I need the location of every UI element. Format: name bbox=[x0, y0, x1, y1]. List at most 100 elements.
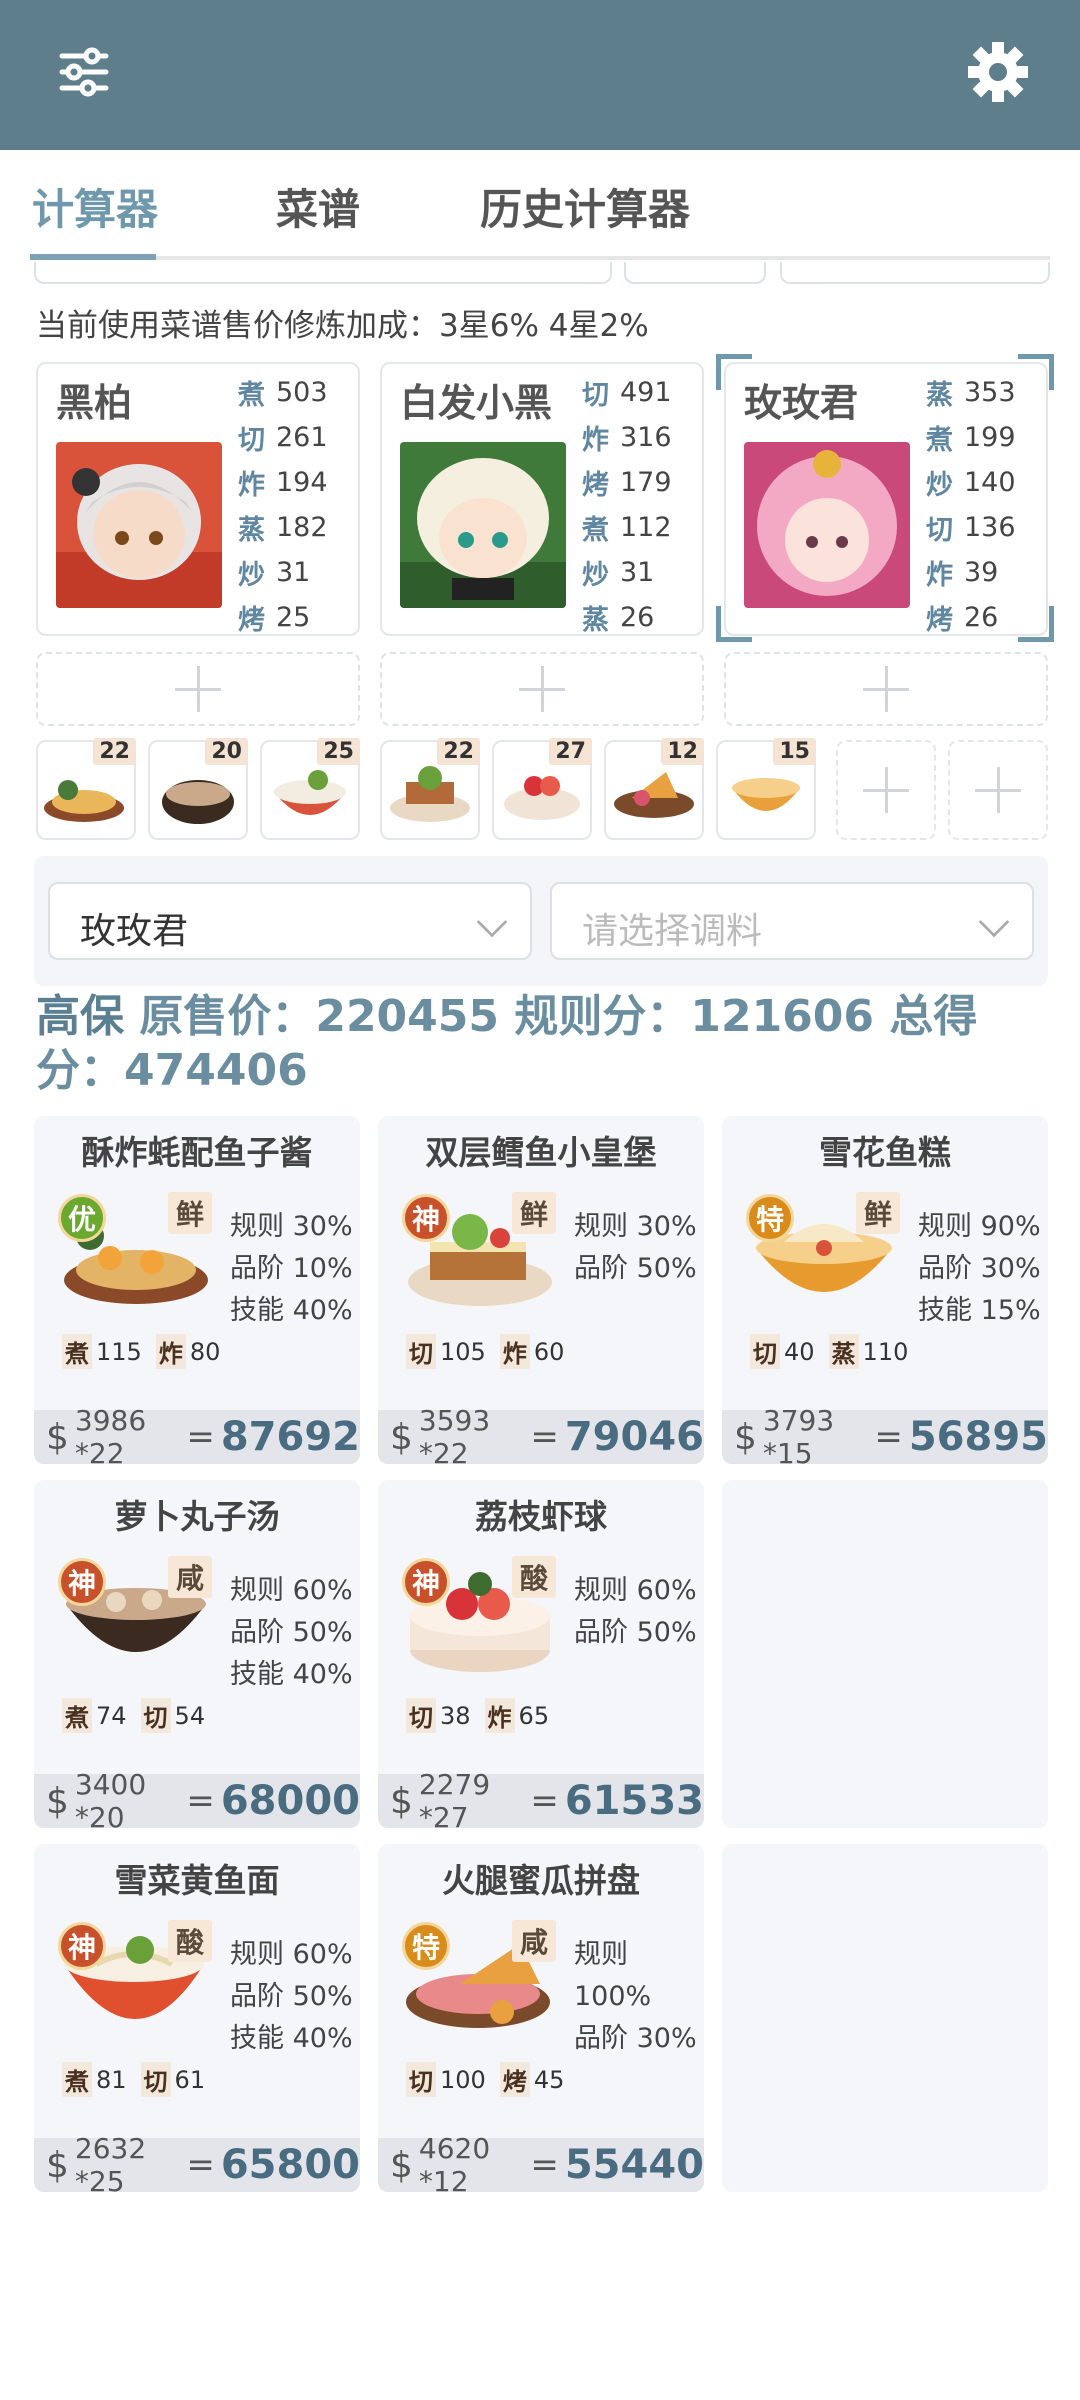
recipe-card[interactable]: 荔枝虾球 神 酸 规则 60% 品阶 50% 切 38 炸 65 $2279 *27… bbox=[378, 1480, 704, 1828]
dish-slot[interactable]: 27 bbox=[492, 738, 592, 840]
grade-badge: 神 bbox=[58, 1922, 106, 1970]
recipe-card[interactable]: 雪菜黄鱼面 神 酸 规则 60% 品阶 50% 技能 40% 煮 81 切 61 $… bbox=[34, 1844, 360, 2192]
dish-count: 22 bbox=[93, 738, 136, 765]
dish-slot[interactable]: 22 bbox=[36, 738, 136, 840]
partial-input[interactable] bbox=[624, 262, 766, 284]
add-dish-slot[interactable] bbox=[836, 740, 936, 840]
filter-sliders-icon[interactable] bbox=[48, 36, 120, 108]
skill-value: 81 bbox=[96, 2065, 127, 2094]
stat-label: 烤 bbox=[926, 605, 953, 636]
stat-value: 25 bbox=[276, 602, 311, 633]
plus-icon bbox=[975, 767, 1021, 813]
add-dish-slot[interactable] bbox=[948, 740, 1048, 840]
chef-name: 玫玫君 bbox=[744, 381, 859, 425]
plus-icon bbox=[175, 666, 221, 712]
price-bar: $4620 *12 = 55440 bbox=[378, 2132, 704, 2192]
stat-value: 316 bbox=[620, 422, 672, 453]
stat-label: 炒 bbox=[238, 560, 265, 591]
tab-history-calculator[interactable]: 历史计算器 bbox=[480, 176, 690, 237]
price-expression: 4620 *12 bbox=[418, 2132, 491, 2192]
skill-value: 65 bbox=[518, 1701, 550, 1730]
partial-input[interactable] bbox=[34, 262, 612, 284]
recipe-rules: 规则 90% 品阶 30% 技能 15% bbox=[918, 1206, 1041, 1332]
chef-name: 黑柏 bbox=[56, 381, 133, 425]
price-bar: $3793 *15 = 56895 bbox=[722, 1404, 1048, 1464]
grade-badge: 神 bbox=[402, 1558, 450, 1606]
rule-line: 规则 90% bbox=[918, 1211, 1041, 1242]
stat-value: 194 bbox=[276, 467, 328, 498]
stat-label: 炒 bbox=[926, 470, 953, 501]
stat-value: 503 bbox=[276, 377, 328, 408]
skill-value: 45 bbox=[533, 2065, 565, 2094]
stat-value: 353 bbox=[964, 377, 1016, 408]
dish-slot[interactable]: 20 bbox=[148, 738, 248, 840]
app-bar bbox=[0, 0, 1080, 150]
stat-label: 切 bbox=[238, 425, 265, 456]
recipe-title: 荔枝虾球 bbox=[475, 1497, 607, 1536]
skill-label: 切 bbox=[140, 2062, 171, 2097]
dish-count: 25 bbox=[317, 738, 360, 765]
recipe-card[interactable]: 雪花鱼糕 特 鲜 规则 90% 品阶 30% 技能 15% 切 40 蒸 110 $… bbox=[722, 1116, 1048, 1464]
dish-slot[interactable]: 22 bbox=[380, 738, 480, 840]
chef-avatar bbox=[744, 442, 910, 608]
skill-value: 54 bbox=[174, 1701, 206, 1730]
tab-recipes[interactable]: 菜谱 bbox=[276, 176, 360, 237]
add-equip-button[interactable] bbox=[380, 652, 704, 726]
rule-line: 品阶 10% bbox=[230, 1253, 353, 1284]
dish-slot[interactable]: 12 bbox=[604, 738, 704, 840]
selection-bracket bbox=[716, 606, 752, 642]
skill-label: 煮 bbox=[62, 1698, 92, 1733]
price-expression: 3593 *22 bbox=[418, 1404, 491, 1464]
rule-line: 品阶 50% bbox=[230, 1617, 353, 1648]
recipe-title: 双层鳕鱼小皇堡 bbox=[425, 1133, 657, 1172]
summary-text: 原售价：220455 规则分：121606 总得分：474406 bbox=[36, 991, 978, 1096]
chef-card[interactable]: 白发小黑 切 491 炸 316 烤 179 煮 112 炒 31 蒸 26 bbox=[380, 362, 704, 636]
dish-slot[interactable]: 25 bbox=[260, 738, 360, 840]
price-bar: $3593 *22 = 79046 bbox=[378, 1404, 704, 1464]
recipe-title: 酥炸蚝配鱼子酱 bbox=[81, 1133, 313, 1172]
recipe-card[interactable]: 萝卜丸子汤 神 咸 规则 60% 品阶 50% 技能 40% 煮 74 切 54 $… bbox=[34, 1480, 360, 1828]
rule-line: 规则 60% bbox=[230, 1575, 353, 1606]
plus-icon bbox=[863, 666, 909, 712]
rule-line: 品阶 30% bbox=[574, 2023, 697, 2054]
plus-icon bbox=[519, 666, 565, 712]
add-equip-button[interactable] bbox=[36, 652, 360, 726]
seasoning-select[interactable]: 请选择调料 bbox=[550, 882, 1034, 960]
stat-value: 26 bbox=[964, 602, 999, 633]
recipe-card[interactable]: 酥炸蚝配鱼子酱 优 鲜 规则 30% 品阶 10% 技能 40% 煮 115 炸8… bbox=[34, 1116, 360, 1464]
grade-badge: 特 bbox=[746, 1194, 794, 1242]
grade-badge: 优 bbox=[58, 1194, 106, 1242]
recipe-card[interactable]: 火腿蜜瓜拼盘 特 咸 规则 100% 品阶 30% 切 100 烤 45 $4620… bbox=[378, 1844, 704, 2192]
recipe-rules: 规则 60% 品阶 50% bbox=[574, 1570, 697, 1654]
rule-line: 品阶 50% bbox=[574, 1617, 697, 1648]
partial-input[interactable] bbox=[780, 262, 1050, 284]
stat-label: 烤 bbox=[582, 470, 609, 501]
chef-card-selected[interactable]: 玫玫君 蒸 353 煮 199 炒 140 切 136 炸 39 烤 26 bbox=[724, 362, 1048, 636]
stat-label: 煮 bbox=[926, 425, 953, 456]
flavor-tag: 咸 bbox=[512, 1920, 556, 1962]
grade-badge: 神 bbox=[58, 1558, 106, 1606]
dish-slot[interactable]: 15 bbox=[716, 738, 816, 840]
chef-select[interactable]: 玫玫君 bbox=[48, 882, 532, 960]
rule-line: 技能 40% bbox=[230, 2023, 353, 2054]
chef-card[interactable]: 黑柏 煮 503 切 261 炸 194 蒸 182 炒 31 烤 25 bbox=[36, 362, 360, 636]
selection-bracket bbox=[716, 354, 752, 390]
tab-calculator[interactable]: 计算器 bbox=[32, 176, 158, 237]
stat-value: 140 bbox=[964, 467, 1016, 498]
dish-count: 22 bbox=[437, 738, 480, 765]
gear-icon[interactable] bbox=[960, 34, 1036, 110]
skill-requirements: 切 38 炸 65 bbox=[406, 1698, 549, 1733]
recipe-rules: 规则 60% 品阶 50% 技能 40% bbox=[230, 1934, 353, 2060]
stat-value: 26 bbox=[620, 602, 655, 633]
skill-value: 40 bbox=[784, 1337, 815, 1366]
stat-value: 31 bbox=[620, 557, 655, 588]
stat-label: 蒸 bbox=[582, 605, 609, 636]
recipe-card[interactable]: 双层鳕鱼小皇堡 神 鲜 规则 30% 品阶 50% 切 105 炸 60 $3593… bbox=[378, 1116, 704, 1464]
chef-select-value: 玫玫君 bbox=[80, 911, 189, 952]
selection-bracket bbox=[1018, 354, 1054, 390]
add-equip-button[interactable] bbox=[724, 652, 1048, 726]
skill-value: 74 bbox=[96, 1701, 127, 1730]
rule-line: 品阶 30% bbox=[918, 1253, 1041, 1284]
flavor-tag: 鲜 bbox=[512, 1192, 556, 1234]
recipe-rules: 规则 60% 品阶 50% 技能 40% bbox=[230, 1570, 353, 1696]
